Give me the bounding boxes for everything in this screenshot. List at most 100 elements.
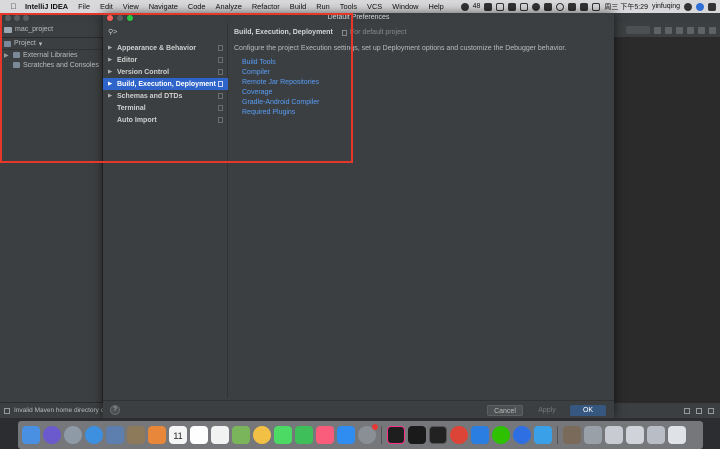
ide-zoom-icon[interactable] (23, 15, 29, 21)
trash-icon[interactable] (668, 426, 686, 444)
inspector-icon[interactable] (696, 407, 702, 414)
link-gradle-android-compiler[interactable]: Gradle-Android Compiler (242, 99, 319, 109)
menu-run[interactable]: Run (311, 2, 335, 11)
tool-windows-icon[interactable] (4, 407, 10, 414)
menu-navigate[interactable]: Navigate (144, 2, 183, 11)
link-compiler[interactable]: Compiler (242, 69, 319, 79)
project-view-label[interactable]: Project (14, 40, 36, 47)
siri-icon[interactable] (43, 426, 61, 444)
finder-icon[interactable] (22, 426, 40, 444)
close-icon[interactable] (107, 15, 113, 21)
volume-icon[interactable] (568, 2, 577, 11)
vpn-tray-icon[interactable] (520, 2, 529, 11)
menu-build[interactable]: Build (285, 2, 311, 11)
paper-plane-icon[interactable] (534, 426, 552, 444)
menu-app-name[interactable]: IntelliJ IDEA (20, 2, 73, 11)
nav-terminal[interactable]: Terminal (103, 102, 228, 114)
menu-view[interactable]: View (118, 2, 144, 11)
nav-build-execution-deployment[interactable]: ▶ Build, Execution, Deployment (103, 78, 228, 90)
chevron-down-icon[interactable]: ▾ (39, 40, 43, 48)
notes-icon[interactable] (190, 426, 208, 444)
link-required-plugins[interactable]: Required Plugins (242, 109, 319, 119)
search-everywhere-icon[interactable] (709, 26, 716, 34)
system-preferences-icon[interactable] (358, 424, 378, 444)
menu-help[interactable]: Help (424, 2, 449, 11)
maps-pin-icon[interactable] (513, 426, 531, 444)
username[interactable]: yinfuqing (652, 3, 680, 10)
expand-arrow-icon[interactable]: ▶ (108, 57, 117, 63)
messages-icon[interactable] (274, 426, 292, 444)
battery-status-icon[interactable] (460, 2, 469, 11)
minimized-window-icon[interactable] (647, 426, 665, 444)
menu-refactor[interactable]: Refactor (247, 2, 285, 11)
expand-arrow-icon[interactable]: ▶ (4, 52, 10, 59)
nav-appearance-behavior[interactable]: ▶ Appearance & Behavior (103, 42, 228, 54)
expand-arrow-icon[interactable]: ▶ (108, 69, 117, 75)
menu-window[interactable]: Window (387, 2, 423, 11)
project-path[interactable]: mac_project (15, 26, 53, 33)
finder-tray-icon[interactable] (508, 2, 517, 11)
wechat-icon[interactable] (492, 426, 510, 444)
facetime-icon[interactable] (295, 426, 313, 444)
nav-auto-import[interactable]: Auto Import (103, 114, 228, 126)
battery-icon[interactable] (580, 2, 589, 11)
ide-minimize-icon[interactable] (14, 15, 20, 21)
finder-window-icon[interactable] (626, 426, 644, 444)
wechat-tray-icon[interactable] (484, 2, 493, 11)
menu-edit[interactable]: Edit (95, 2, 118, 11)
search-icon[interactable] (684, 2, 692, 11)
link-coverage[interactable]: Coverage (242, 89, 319, 99)
nav-version-control[interactable]: ▶ Version Control (103, 66, 228, 78)
cancel-button[interactable]: Cancel (487, 405, 523, 416)
stop-icon[interactable] (687, 26, 694, 34)
settings-search-input[interactable] (119, 27, 220, 37)
tree-item-scratches[interactable]: Scratches and Consoles (0, 60, 102, 70)
project-view-header[interactable]: Project ▾ (0, 38, 102, 50)
help-button[interactable]: ? (110, 405, 120, 415)
zoom-icon[interactable] (127, 15, 133, 21)
safari-icon[interactable] (85, 426, 103, 444)
menu-tools[interactable]: Tools (335, 2, 362, 11)
launchpad-icon[interactable] (64, 426, 82, 444)
tree-item-external-libraries[interactable]: ▶ External Libraries (0, 50, 102, 60)
books-icon[interactable] (148, 426, 166, 444)
link-build-tools[interactable]: Build Tools (242, 59, 319, 69)
music-icon[interactable] (316, 426, 334, 444)
intellij-icon[interactable] (387, 426, 405, 444)
run-icon[interactable] (654, 26, 661, 34)
nav-schemas-dtds[interactable]: ▶ Schemas and DTDs (103, 90, 228, 102)
app-store-icon[interactable] (337, 426, 355, 444)
debug-icon[interactable] (665, 26, 672, 34)
preview-icon[interactable] (106, 426, 124, 444)
calendar-icon[interactable]: 11 (169, 426, 187, 444)
apply-button[interactable]: Apply (529, 405, 565, 416)
wifi-icon[interactable] (556, 2, 565, 11)
ok-button[interactable]: OK (570, 405, 606, 416)
clock-text[interactable]: 周三 下午5:29 (604, 2, 648, 12)
photos-viewer-icon[interactable] (127, 426, 145, 444)
reminders-icon[interactable] (211, 426, 229, 444)
menu-vcs[interactable]: VCS (362, 2, 387, 11)
clock-tray-icon[interactable] (532, 2, 541, 11)
photos-icon[interactable] (253, 426, 271, 444)
ide-close-icon[interactable] (5, 15, 11, 21)
event-log-icon[interactable] (708, 407, 714, 414)
lock-icon[interactable] (684, 407, 690, 414)
expand-arrow-icon[interactable]: ▶ (108, 93, 117, 99)
menu-code[interactable]: Code (183, 2, 211, 11)
input-method-icon[interactable] (592, 2, 601, 11)
vpn-icon[interactable] (471, 426, 489, 444)
coverage-icon[interactable] (676, 26, 683, 34)
status-message[interactable]: Invalid Maven home directory con (14, 407, 111, 414)
screenshot-icon[interactable] (584, 426, 602, 444)
terminal-icon[interactable] (408, 426, 426, 444)
maps-icon[interactable] (232, 426, 250, 444)
search-icon[interactable]: ⚲˃ (108, 28, 117, 36)
chrome-icon[interactable] (450, 426, 468, 444)
menu-analyze[interactable]: Analyze (211, 2, 247, 11)
terminal-2-icon[interactable] (429, 426, 447, 444)
notification-center-icon[interactable] (708, 2, 716, 11)
structure-icon[interactable] (698, 26, 705, 34)
sublime-icon[interactable] (563, 426, 581, 444)
keyboard-viewer-icon[interactable] (605, 426, 623, 444)
